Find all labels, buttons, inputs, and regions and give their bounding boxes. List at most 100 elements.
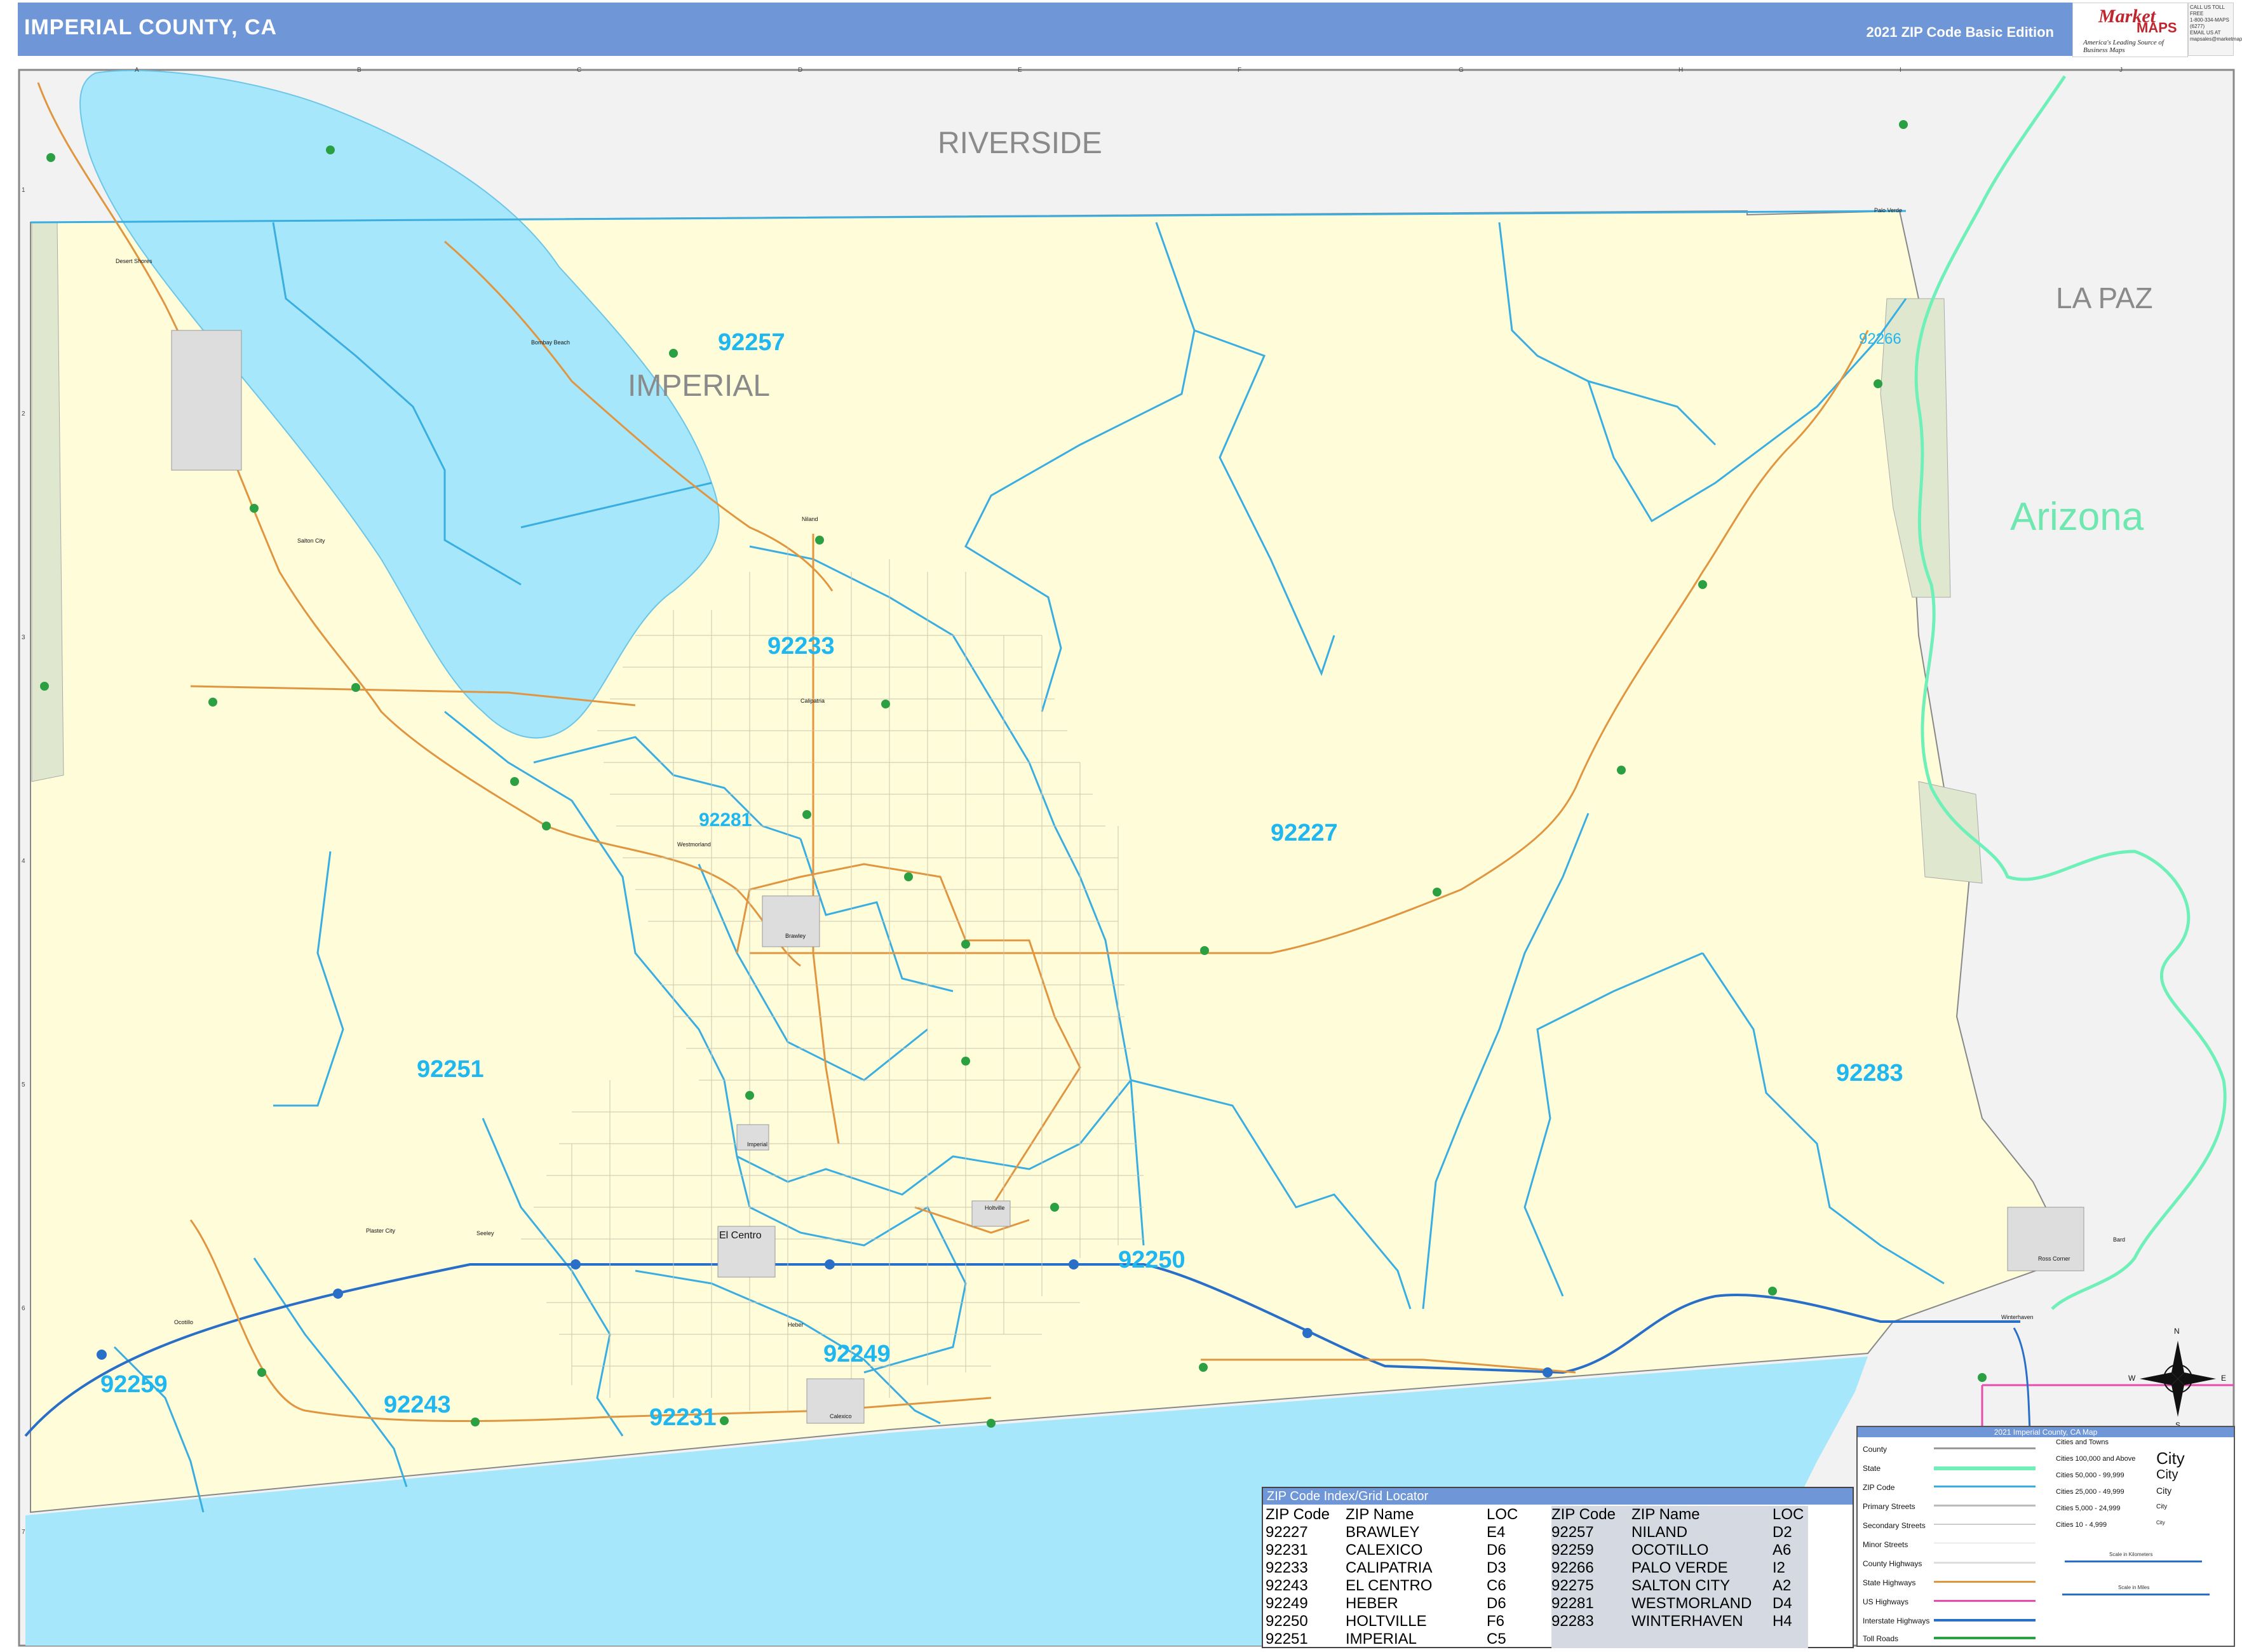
zip-loc: C6	[1487, 1577, 1506, 1594]
zip-loc: D6	[1487, 1595, 1506, 1612]
zip-code: 92227	[1266, 1524, 1308, 1541]
zip-name: WESTMORLAND	[1631, 1595, 1773, 1613]
zip-label: 92233	[767, 633, 835, 660]
grid-row-label: 3	[22, 634, 25, 641]
legend-swatch	[1934, 1581, 2036, 1583]
grid-col-label: D	[798, 67, 803, 74]
grid-col-label: I	[1900, 67, 1901, 74]
city-class: Cities 5,000 - 24,999	[2056, 1505, 2121, 1512]
legend-item: ZIP Code	[1863, 1483, 1895, 1492]
legend-title: 2021 Imperial County, CA Map	[1858, 1427, 2234, 1437]
city-class: Cities 100,000 and Above	[2056, 1455, 2136, 1463]
logo-tagline: America's Leading Source of Business Map…	[2083, 39, 2164, 54]
city-sample: City	[2156, 1486, 2172, 1496]
zip-label: 92266	[1859, 330, 1901, 348]
col-header: ZIP Code	[1266, 1506, 1330, 1523]
grid-col-label: G	[1459, 67, 1464, 74]
grid-row-label: 2	[22, 410, 25, 417]
zip-code: 92251	[1266, 1630, 1308, 1648]
title-bar: IMPERIAL COUNTY, CA 2021 ZIP Code Basic …	[18, 3, 2073, 56]
zip-loc: C5	[1487, 1630, 1506, 1648]
region-label-imperial: IMPERIAL	[628, 369, 771, 403]
zip-code: 92266	[1551, 1559, 1631, 1577]
map-title: IMPERIAL COUNTY, CA	[24, 15, 278, 39]
city-sample: City	[2156, 1520, 2165, 1526]
city-label: Holtville	[985, 1205, 1005, 1211]
map-canvas[interactable]	[0, 0, 2242, 1652]
table-row: 92251 IMPERIAL C5	[1266, 1630, 1808, 1648]
edition-label: 2021 ZIP Code Basic Edition	[1866, 24, 2054, 40]
zip-index-header-row: ZIP Code ZIP Name LOC ZIP Code ZIP Name …	[1266, 1506, 1808, 1524]
zip-name: CALIPATRIA	[1346, 1559, 1433, 1576]
zip-name: OCOTILLO	[1631, 1541, 1773, 1559]
grid-col-label: C	[577, 67, 582, 74]
compass-n: N	[2174, 1327, 2180, 1336]
zip-label: 92227	[1271, 820, 1338, 846]
legend-swatch	[1934, 1486, 2036, 1487]
table-row: 92243 EL CENTRO C6 92275 SALTON CITY A2	[1266, 1577, 1808, 1595]
col-header: LOC	[1773, 1506, 1808, 1524]
contact-box: CALL US TOLL FREE 1-800-334-MAPS (6277) …	[2188, 3, 2242, 56]
zip-loc: D2	[1773, 1524, 1808, 1541]
legend-swatch	[1934, 1505, 2036, 1506]
zip-code: 92257	[1551, 1524, 1631, 1541]
zip-loc: D3	[1487, 1559, 1506, 1576]
table-row: 92227 BRAWLEY E4 92257 NILAND D2	[1266, 1524, 1808, 1541]
legend-swatch	[1934, 1619, 2036, 1622]
zip-name: HEBER	[1346, 1595, 1398, 1612]
zip-loc: D4	[1773, 1595, 1808, 1613]
market-maps-logo[interactable]: Market MAPS America's Leading Source of …	[2072, 3, 2188, 57]
map-legend: 2021 Imperial County, CA Map County Stat…	[1856, 1426, 2235, 1647]
contact-line: CALL US TOLL FREE	[2190, 4, 2225, 17]
grid-col-label: B	[357, 67, 361, 74]
legend-item: County	[1863, 1445, 1887, 1454]
col-header: ZIP Code	[1551, 1506, 1631, 1524]
grid-row-label: 4	[22, 858, 25, 865]
scale-km-label: Scale in Kilometers	[2109, 1552, 2153, 1557]
grid-col-label: F	[1238, 67, 1242, 74]
scale-mi-bar	[2062, 1594, 2210, 1595]
zip-name: WINTERHAVEN	[1631, 1613, 1773, 1630]
zip-name: SALTON CITY	[1631, 1577, 1773, 1595]
city-label: Salton City	[297, 538, 325, 544]
compass-e: E	[2221, 1374, 2227, 1383]
scale-mi-label: Scale in Miles	[2118, 1585, 2150, 1590]
legend-swatch	[1934, 1562, 2036, 1564]
zip-code: 92281	[1551, 1595, 1631, 1613]
zip-label: 92281	[699, 809, 752, 830]
zip-loc: A6	[1773, 1541, 1808, 1559]
zip-loc: F6	[1487, 1613, 1505, 1630]
col-header: ZIP Name	[1346, 1506, 1414, 1523]
zip-index-grid: ZIP Code ZIP Name LOC ZIP Code ZIP Name …	[1266, 1506, 1808, 1648]
city-label: Bombay Beach	[531, 339, 571, 346]
city-label: Brawley	[785, 933, 806, 939]
zip-label: 92283	[1836, 1060, 1903, 1087]
legend-item: Toll Roads	[1863, 1634, 1899, 1643]
zip-code: 92283	[1551, 1613, 1631, 1630]
zip-code: 92233	[1266, 1559, 1308, 1576]
city-label: Desert Shores	[116, 258, 152, 264]
city-class: Cities 10 - 4,999	[2056, 1521, 2107, 1529]
logo-brand-b: MAPS	[2137, 20, 2177, 36]
grid-row-label: 6	[22, 1305, 25, 1312]
city-label: Palo Verde	[1874, 207, 1903, 213]
legend-item: Secondary Streets	[1863, 1521, 1926, 1530]
zip-loc: D6	[1487, 1541, 1506, 1559]
zip-name: PALO VERDE	[1631, 1559, 1773, 1577]
imperial-refuge	[1918, 781, 1983, 884]
zip-code: 92250	[1266, 1613, 1308, 1630]
zip-loc: H4	[1773, 1613, 1808, 1630]
city-label: Calipatria	[800, 698, 825, 704]
city-label: Seeley	[476, 1230, 494, 1236]
zip-code: 92243	[1266, 1577, 1308, 1594]
contact-line: mapsales@marketmaps.com	[2190, 36, 2242, 42]
legend-item: State	[1863, 1464, 1881, 1473]
zip-name: BRAWLEY	[1346, 1524, 1420, 1541]
city-label: Imperial	[747, 1141, 768, 1148]
zip-label: 92250	[1118, 1247, 1185, 1273]
table-row: 92231 CALEXICO D6 92259 OCOTILLO A6	[1266, 1541, 1808, 1559]
zip-code: 92275	[1551, 1577, 1631, 1595]
contact-line: EMAIL US AT	[2190, 30, 2221, 36]
city-sample: City	[2156, 1449, 2185, 1468]
zip-loc: A2	[1773, 1577, 1808, 1595]
